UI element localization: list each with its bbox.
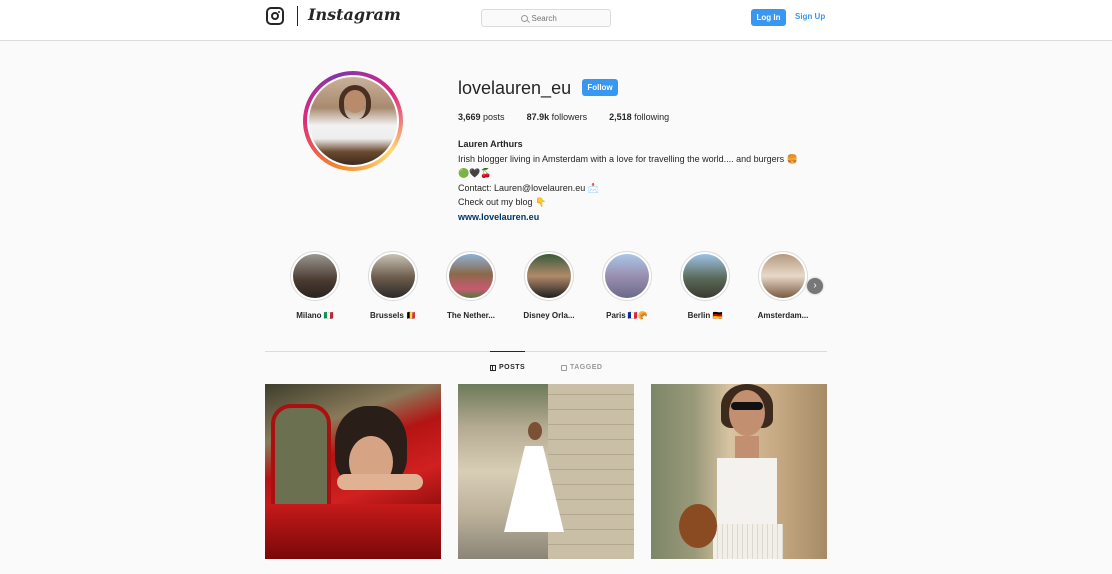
highlight-ring[interactable] <box>602 251 652 301</box>
post-image-detail <box>731 402 763 410</box>
search-icon <box>520 14 528 22</box>
highlight-ring[interactable] <box>368 251 418 301</box>
search-input[interactable] <box>531 13 572 23</box>
highlight-label: Brussels 🇧🇪 <box>370 311 416 320</box>
post-image-detail <box>713 524 783 559</box>
highlight-thumbnail <box>761 254 805 298</box>
highlight-label: The Nether... <box>446 311 495 320</box>
highlight-item[interactable]: Disney Orla... <box>517 251 581 320</box>
bio-line: Check out my blog 👇 <box>458 197 547 207</box>
followers-count-label: followers <box>551 112 588 122</box>
highlight-item[interactable]: Brussels 🇧🇪 <box>361 251 425 320</box>
tab-posts-label: POSTS <box>499 364 526 371</box>
tab-posts[interactable]: POSTS <box>490 351 526 371</box>
highlight-ring[interactable] <box>446 251 496 301</box>
logo-divider <box>297 6 298 26</box>
followers-count-value: 87.9k <box>526 112 550 122</box>
post-image-detail <box>548 384 634 559</box>
highlight-ring[interactable] <box>758 251 808 301</box>
highlight-label: Amsterdam... <box>757 311 809 320</box>
highlight-thumbnail <box>371 254 415 298</box>
highlight-item[interactable]: Paris 🇫🇷🥐 <box>595 251 659 320</box>
highlight-ring[interactable] <box>680 251 730 301</box>
story-highlights: Milano 🇮🇹 Brussels 🇧🇪 The Nether... Disn… <box>283 251 833 321</box>
post-image-detail <box>729 390 765 436</box>
highlight-thumbnail <box>683 254 727 298</box>
post-image-detail <box>528 422 542 440</box>
follow-button[interactable]: Follow <box>582 79 618 96</box>
profile-full-name: Lauren Arthurs <box>458 139 523 149</box>
posts-count-value: 3,669 <box>458 112 481 122</box>
login-button[interactable]: Log In <box>751 9 786 26</box>
highlight-label: Paris 🇫🇷🥐 <box>606 311 648 320</box>
search-box[interactable] <box>481 9 611 27</box>
tab-tagged-label: TAGGED <box>570 364 603 371</box>
highlights-next-chevron-icon[interactable]: › <box>807 278 823 294</box>
top-navigation-bar: Instagram Log In Sign Up <box>0 0 1112 41</box>
highlight-label: Disney Orla... <box>523 311 575 320</box>
tabs-divider <box>265 351 827 352</box>
instagram-camera-icon[interactable] <box>266 7 284 25</box>
following-count-value: 2,518 <box>609 112 632 122</box>
highlight-item[interactable]: Amsterdam... <box>751 251 815 320</box>
highlight-thumbnail <box>293 254 337 298</box>
following-count-label: following <box>634 112 670 122</box>
tagged-icon <box>561 364 567 371</box>
highlight-ring[interactable] <box>524 251 574 301</box>
post-thumbnail[interactable] <box>651 384 827 559</box>
profile-avatar-story-ring[interactable] <box>303 71 403 171</box>
post-thumbnail[interactable] <box>458 384 634 559</box>
post-image-detail <box>271 404 331 512</box>
highlight-label: Milano 🇮🇹 <box>296 311 334 320</box>
bio-line: 🟢🖤🍒 <box>458 168 492 178</box>
posts-count: 3,669 posts <box>458 112 505 122</box>
highlight-item[interactable]: Berlin 🇩🇪 <box>673 251 737 320</box>
highlight-ring[interactable] <box>290 251 340 301</box>
profile-stats: 3,669 posts 87.9k followers 2,518 follow… <box>458 112 691 122</box>
grid-icon <box>490 364 496 371</box>
bio-line: Contact: Lauren@lovelauren.eu 📩 <box>458 182 599 193</box>
signup-link[interactable]: Sign Up <box>795 12 825 21</box>
following-count[interactable]: 2,518 following <box>609 112 669 122</box>
highlight-item[interactable]: The Nether... <box>439 251 503 320</box>
tab-tagged[interactable]: TAGGED <box>561 364 602 371</box>
highlight-label: Berlin 🇩🇪 <box>687 311 723 320</box>
followers-count[interactable]: 87.9k followers <box>527 112 588 122</box>
post-image-detail <box>717 458 777 528</box>
post-image-detail <box>679 504 717 548</box>
highlight-item[interactable]: Milano 🇮🇹 <box>283 251 347 320</box>
post-thumbnail[interactable] <box>265 384 441 559</box>
posts-count-label: posts <box>483 112 505 122</box>
highlight-thumbnail <box>449 254 493 298</box>
profile-username: lovelauren_eu <box>458 78 572 98</box>
post-image-detail <box>337 474 423 490</box>
profile-bio: Lauren Arthurs Irish blogger living in A… <box>458 137 798 224</box>
bio-line: Irish blogger living in Amsterdam with a… <box>458 153 798 164</box>
profile-avatar[interactable] <box>307 75 399 167</box>
post-image-detail <box>265 504 441 559</box>
profile-website-link[interactable]: www.lovelauren.eu <box>458 210 798 225</box>
highlight-thumbnail <box>605 254 649 298</box>
highlight-thumbnail <box>527 254 571 298</box>
instagram-wordmark[interactable]: Instagram <box>308 5 401 24</box>
